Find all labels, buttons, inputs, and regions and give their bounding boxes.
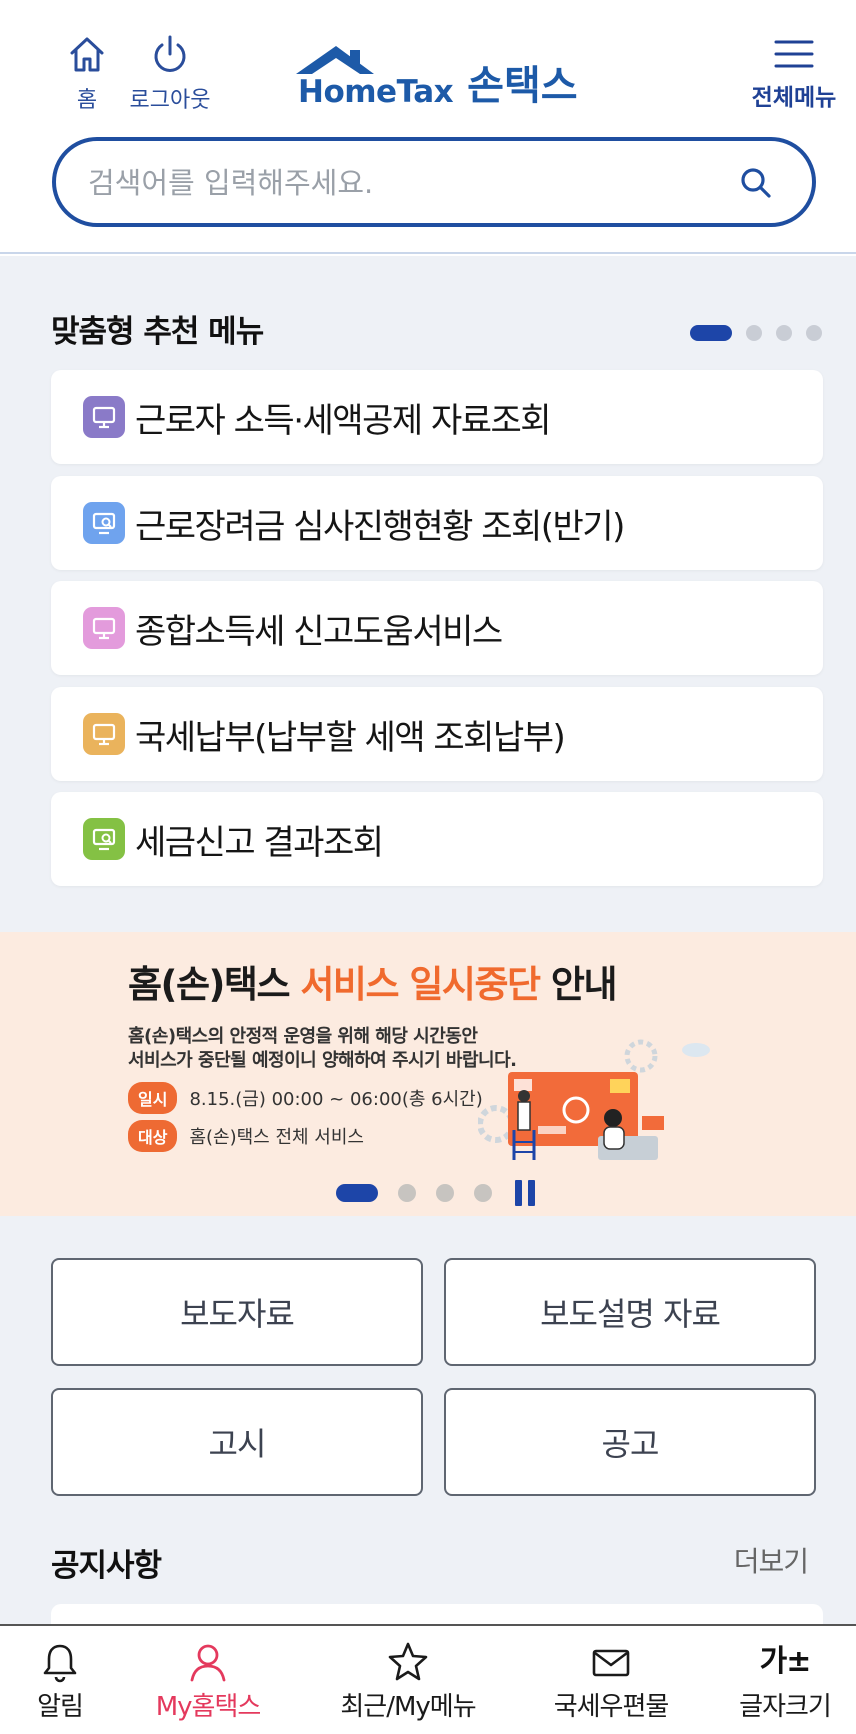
nav-label: 알림	[37, 1692, 84, 1722]
full-menu-button[interactable]: 전체메뉴	[744, 34, 844, 112]
nav-my-hometax[interactable]: My홈택스	[148, 1640, 268, 1723]
notices-title: 공지사항	[51, 1548, 162, 1584]
home-icon	[70, 37, 104, 72]
rec-item-income-deduction[interactable]: 근로자 소득·세액공제 자료조회	[51, 370, 823, 464]
monitor-icon	[83, 396, 125, 438]
rec-item-tax-filing-result[interactable]: 세금신고 결과조회	[51, 792, 823, 886]
nav-alerts[interactable]: 알림	[28, 1640, 92, 1723]
slide-dot[interactable]	[436, 1184, 454, 1202]
rec-item-label: 세금신고 결과조회	[135, 822, 384, 863]
nav-label: 국세우편물	[553, 1692, 670, 1722]
power-icon	[154, 35, 186, 72]
monitor-icon	[83, 607, 125, 649]
announcement-button[interactable]: 공고	[444, 1388, 816, 1496]
page-dot[interactable]	[806, 325, 822, 341]
notification-button[interactable]: 고시	[51, 1388, 423, 1496]
nav-label: 글자크기	[739, 1692, 832, 1722]
person-icon	[190, 1644, 226, 1682]
hamburger-icon	[774, 40, 814, 68]
banner-description-line2: 서비스가 중단될 예정이니 양해하여 주시기 바랍니다.	[128, 1050, 517, 1071]
rec-item-earned-income-credit[interactable]: 근로장려금 심사진행현황 조회(반기)	[51, 476, 823, 570]
font-size-icon: 가±	[759, 1644, 812, 1679]
rec-item-income-tax-help[interactable]: 종합소득세 신고도움서비스	[51, 581, 823, 675]
target-text: 홈(손)택스 전체 서비스	[189, 1127, 364, 1148]
slide-dot-active[interactable]	[336, 1184, 378, 1202]
envelope-icon	[592, 1649, 630, 1677]
search-box	[52, 137, 816, 227]
banner-pagination	[336, 1180, 538, 1206]
press-explanation-button[interactable]: 보도설명 자료	[444, 1258, 816, 1366]
recommended-menu-section: 맞춤형 추천 메뉴 근로자 소득·세액공제 자료조회 근로장려금 심사진행현황 …	[0, 256, 856, 932]
banner-target-row: 대상 홈(손)택스 전체 서비스	[128, 1120, 364, 1152]
hometax-logo[interactable]: HomeTax 손택스	[296, 44, 578, 110]
links-and-notices-section: 보도자료 보도설명 자료 고시 공고 공지사항 더보기	[0, 1216, 856, 1634]
slide-dot[interactable]	[474, 1184, 492, 1202]
page-dot[interactable]	[746, 325, 762, 341]
bell-icon	[43, 1644, 77, 1683]
target-pill: 대상	[128, 1120, 178, 1152]
bottom-navigation: 알림 My홈택스 최근/My메뉴 국세우편물 가± 글자크기	[0, 1624, 856, 1734]
date-text: 8.15.(금) 00:00 ~ 06:00(총 6시간)	[189, 1089, 483, 1110]
full-menu-label: 전체메뉴	[751, 85, 837, 111]
logout-label: 로그아웃	[129, 88, 211, 113]
date-pill: 일시	[128, 1082, 178, 1114]
monitor-icon	[83, 713, 125, 755]
page-dot[interactable]	[776, 325, 792, 341]
banner-date-row: 일시 8.15.(금) 00:00 ~ 06:00(총 6시간)	[128, 1082, 483, 1114]
recommended-pagination	[690, 325, 822, 341]
home-button[interactable]: 홈	[62, 34, 112, 114]
recommended-title: 맞춤형 추천 메뉴	[51, 314, 264, 350]
nav-recent-my-menu[interactable]: 최근/My메뉴	[334, 1640, 482, 1723]
rec-item-label: 국세납부(납부할 세액 조회납부)	[135, 717, 566, 758]
monitor-check-icon	[83, 818, 125, 860]
notices-more-link[interactable]: 더보기	[734, 1540, 809, 1580]
rec-item-label: 근로자 소득·세액공제 자료조회	[135, 400, 552, 441]
nav-font-size[interactable]: 가± 글자크기	[730, 1640, 840, 1723]
rec-item-national-tax-payment[interactable]: 국세납부(납부할 세액 조회납부)	[51, 687, 823, 781]
header: 홈 로그아웃 HomeTax 손택스 전체메뉴	[0, 0, 856, 254]
search-icon[interactable]	[738, 165, 774, 201]
maintenance-illustration-icon	[478, 1039, 710, 1160]
nav-tax-mail[interactable]: 국세우편물	[546, 1640, 676, 1723]
press-release-button[interactable]: 보도자료	[51, 1258, 423, 1366]
logo-korean-text: 손택스	[467, 63, 578, 109]
service-suspension-banner[interactable]: 홈(손)택스 서비스 일시중단 안내 홈(손)택스의 안정적 운영을 위해 해당…	[0, 932, 856, 1216]
logo-text: HomeTax	[298, 74, 454, 110]
logout-button[interactable]: 로그아웃	[120, 34, 220, 114]
home-label: 홈	[76, 88, 98, 113]
star-icon	[388, 1642, 428, 1681]
page-dot-active[interactable]	[690, 325, 732, 341]
banner-description-line1: 홈(손)택스의 안정적 운영을 위해 해당 시간동안	[128, 1026, 478, 1047]
monitor-search-icon	[83, 502, 125, 544]
nav-label: My홈택스	[155, 1692, 262, 1722]
pause-icon[interactable]	[512, 1180, 538, 1206]
rec-item-label: 근로장려금 심사진행현황 조회(반기)	[135, 506, 625, 547]
rec-item-label: 종합소득세 신고도움서비스	[135, 611, 503, 652]
nav-label: 최근/My메뉴	[340, 1692, 476, 1722]
search-input[interactable]	[88, 163, 688, 203]
banner-title: 홈(손)택스 서비스 일시중단 안내	[128, 963, 618, 1006]
slide-dot[interactable]	[398, 1184, 416, 1202]
